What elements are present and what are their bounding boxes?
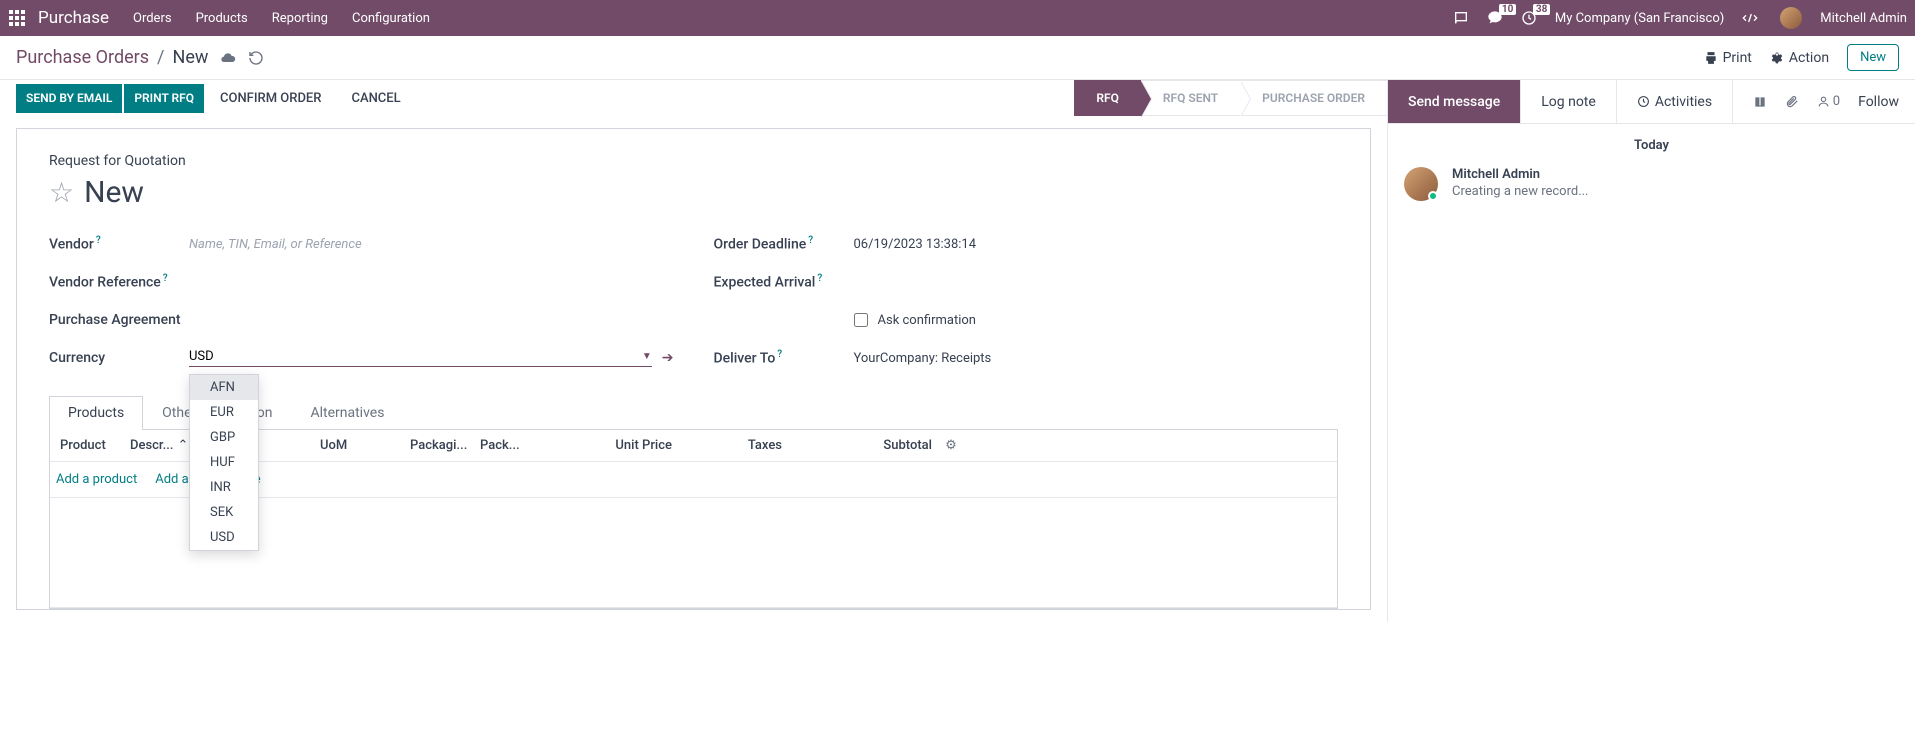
priority-star-icon[interactable]: ☆ xyxy=(49,176,74,209)
user-name[interactable]: Mitchell Admin xyxy=(1820,11,1907,26)
discard-icon[interactable] xyxy=(248,50,264,66)
col-subtotal: Subtotal xyxy=(786,438,936,453)
presence-indicator xyxy=(1428,191,1438,201)
sort-asc-icon[interactable]: ⌃ xyxy=(177,438,188,453)
col-uom: UoM xyxy=(316,438,406,453)
message-avatar[interactable] xyxy=(1404,167,1438,201)
col-taxes: Taxes xyxy=(676,438,786,453)
tab-products[interactable]: Products xyxy=(49,396,143,430)
chatter-panel: Send message Log note Activities 0 Follo… xyxy=(1387,80,1915,622)
message-author[interactable]: Mitchell Admin xyxy=(1452,167,1589,182)
arrival-label: Expected Arrival? xyxy=(714,273,854,291)
follow-button[interactable]: Follow xyxy=(1858,94,1899,110)
agreement-input[interactable] xyxy=(189,313,674,328)
phone-icon[interactable] xyxy=(1453,10,1469,26)
menu-reporting[interactable]: Reporting xyxy=(272,11,328,26)
vendor-input[interactable] xyxy=(189,237,674,252)
col-unit-price: Unit Price xyxy=(536,438,676,453)
menu-orders[interactable]: Orders xyxy=(133,11,172,26)
add-product-link[interactable]: Add a product xyxy=(56,472,137,487)
add-section-link[interactable]: Add a xyxy=(155,472,188,487)
currency-option-usd[interactable]: USD xyxy=(190,525,258,550)
activities-badge: 38 xyxy=(1533,4,1550,15)
vendor-ref-label: Vendor Reference? xyxy=(49,273,189,291)
status-rfq-sent[interactable]: RFQ SENT xyxy=(1141,80,1240,116)
send-by-email-button[interactable]: SEND BY EMAIL xyxy=(16,84,122,113)
confirm-order-button[interactable]: CONFIRM ORDER xyxy=(206,84,335,113)
apps-icon[interactable] xyxy=(8,9,26,27)
top-navbar: Purchase Orders Products Reporting Confi… xyxy=(0,0,1915,36)
deadline-label: Order Deadline? xyxy=(714,235,854,253)
log-note-button[interactable]: Log note xyxy=(1521,80,1617,123)
deliver-to-value[interactable]: YourCompany: Receipts xyxy=(854,351,1339,366)
status-bar: RFQ RFQ SENT PURCHASE ORDER xyxy=(1074,80,1387,116)
action-buttons-row: SEND BY EMAIL PRINT RFQ CONFIRM ORDER CA… xyxy=(0,80,1387,116)
messages-badge: 10 xyxy=(1499,4,1516,15)
currency-label: Currency xyxy=(49,350,189,366)
print-label: Print xyxy=(1723,50,1752,66)
activities-icon[interactable]: 38 xyxy=(1521,10,1537,26)
message-text: Creating a new record... xyxy=(1452,184,1589,199)
agreement-label: Purchase Agreement xyxy=(49,312,189,328)
currency-option-sek[interactable]: SEK xyxy=(190,500,258,525)
breadcrumb-parent[interactable]: Purchase Orders xyxy=(16,47,149,68)
messages-icon[interactable]: 10 xyxy=(1487,10,1503,26)
menu-configuration[interactable]: Configuration xyxy=(352,11,430,26)
attachment-icon[interactable] xyxy=(1785,95,1799,109)
currency-option-huf[interactable]: HUF xyxy=(190,450,258,475)
col-product: Product xyxy=(56,438,126,453)
currency-option-eur[interactable]: EUR xyxy=(190,400,258,425)
print-rfq-button[interactable]: PRINT RFQ xyxy=(124,84,204,113)
currency-option-inr[interactable]: INR xyxy=(190,475,258,500)
main-menu: Orders Products Reporting Configuration xyxy=(133,11,1453,26)
debug-icon[interactable] xyxy=(1742,10,1758,26)
activities-button[interactable]: Activities xyxy=(1617,80,1733,123)
print-button[interactable]: Print xyxy=(1704,50,1752,66)
status-rfq[interactable]: RFQ xyxy=(1074,80,1141,116)
currency-input[interactable] xyxy=(189,349,642,364)
message-item: Mitchell Admin Creating a new record... xyxy=(1388,167,1915,201)
vendor-label: Vendor? xyxy=(49,235,189,253)
menu-products[interactable]: Products xyxy=(196,11,248,26)
tab-alternatives[interactable]: Alternatives xyxy=(291,396,403,429)
external-link-icon[interactable]: ➔ xyxy=(662,350,674,366)
breadcrumb-current: New xyxy=(172,47,208,68)
send-message-button[interactable]: Send message xyxy=(1388,80,1521,123)
deliver-to-label: Deliver To? xyxy=(714,349,854,367)
status-purchase-order[interactable]: PURCHASE ORDER xyxy=(1240,80,1387,116)
col-packaging: Packagi... xyxy=(406,438,476,453)
breadcrumb-sep: / xyxy=(157,47,164,68)
form-sheet: Request for Quotation ☆ New Vendor? Vend… xyxy=(16,128,1371,610)
col-description: Descr... ⌃ xyxy=(126,438,196,453)
currency-option-afn[interactable]: AFN xyxy=(190,375,258,400)
user-avatar[interactable] xyxy=(1780,7,1802,29)
company-selector[interactable]: My Company (San Francisco) xyxy=(1555,11,1724,26)
action-button[interactable]: Action xyxy=(1770,50,1829,66)
followers-count[interactable]: 0 xyxy=(1817,94,1840,109)
col-pack-qty: Pack... xyxy=(476,438,536,453)
date-separator: Today xyxy=(1388,124,1915,167)
breadcrumb-bar: Purchase Orders / New Print Action New xyxy=(0,36,1915,80)
ask-confirmation-checkbox[interactable] xyxy=(854,313,868,327)
activities-label: Activities xyxy=(1655,94,1712,110)
app-name[interactable]: Purchase xyxy=(38,8,109,28)
rfq-label: Request for Quotation xyxy=(49,153,1338,169)
currency-option-gbp[interactable]: GBP xyxy=(190,425,258,450)
action-label: Action xyxy=(1789,50,1829,66)
record-title: New xyxy=(84,175,144,210)
currency-dropdown: AFN EUR GBP HUF INR SEK USD xyxy=(189,374,259,551)
deadline-value[interactable]: 06/19/2023 13:38:14 xyxy=(854,237,1339,252)
vendor-ref-input[interactable] xyxy=(189,275,674,290)
optional-columns-icon[interactable]: ⚙ xyxy=(936,438,966,453)
book-icon[interactable] xyxy=(1753,95,1767,109)
ask-confirmation-label: Ask confirmation xyxy=(878,313,977,328)
chevron-down-icon[interactable]: ▼ xyxy=(642,351,652,362)
cloud-unsaved-icon[interactable] xyxy=(220,50,236,66)
pager-badge: New xyxy=(1847,44,1899,71)
cancel-button[interactable]: CANCEL xyxy=(337,84,414,113)
